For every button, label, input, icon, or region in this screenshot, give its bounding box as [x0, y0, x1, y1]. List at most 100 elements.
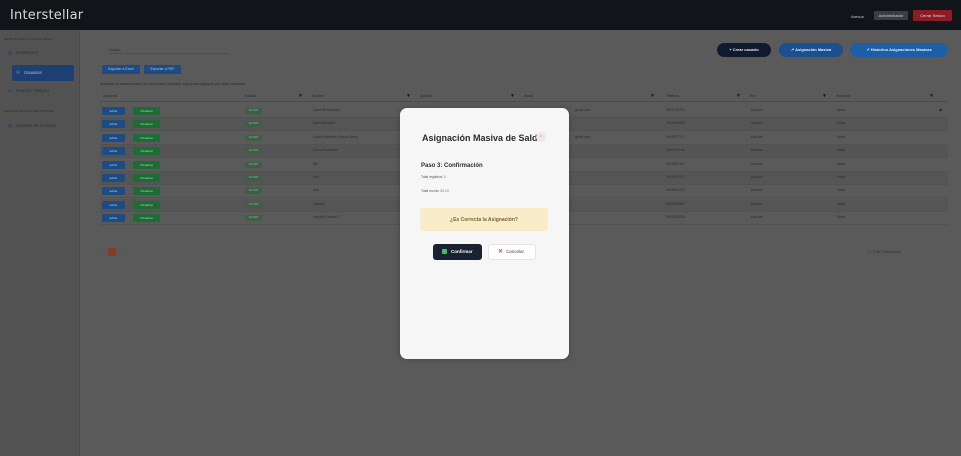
column-header[interactable]: Nombre — [312, 94, 324, 98]
cell-company: Mirza — [837, 201, 846, 206]
cell-role: Usuario — [751, 188, 763, 193]
cell-name: Administracion — [313, 121, 336, 126]
confirm-question: ¿Es Correcta la Asignación? — [450, 217, 518, 223]
view-button[interactable]: Visualizar — [133, 147, 160, 156]
view-button[interactable]: Visualizar — [133, 214, 160, 223]
cell-role: Usuario — [751, 175, 763, 179]
edit-button[interactable]: Editar — [102, 120, 125, 129]
edit-button[interactable]: Editar — [102, 214, 125, 223]
status-badge: ACTIVO — [245, 134, 262, 141]
view-button[interactable]: Visualizar — [133, 174, 160, 182]
logout-button[interactable]: Cerrar Sesion — [913, 10, 952, 21]
view-button[interactable]: Visualizar — [133, 160, 160, 169]
cell-phone: 3009977172 — [666, 134, 685, 139]
mass-assign-button[interactable]: ↗ Asignación Masiva — [779, 43, 843, 57]
filter-icon[interactable]: ▼ — [510, 93, 515, 99]
grid-icon: ▦ — [8, 50, 13, 55]
cell-role: Usuario — [751, 134, 763, 139]
cell-role: Usuario — [751, 121, 763, 126]
filter-icon[interactable]: ▼ — [298, 93, 303, 99]
column-header[interactable]: Email — [524, 94, 533, 98]
breadcrumb-divider — [109, 53, 229, 54]
filter-icon[interactable]: ▼ — [822, 93, 827, 99]
filter-icon[interactable]: ▼ — [736, 93, 741, 99]
column-header[interactable]: Acciones — [103, 94, 117, 98]
column-header[interactable]: Rol — [750, 94, 755, 98]
cell-name: Usuario — [313, 201, 325, 206]
view-button[interactable]: Visualizar — [133, 120, 160, 129]
pagination: ‹ ‹ › › — [102, 248, 121, 256]
view-button[interactable]: Visualizar — [133, 107, 160, 115]
table-header: Acciones Estado ▼ Nombre ▼ Apellido ▼ Em… — [100, 91, 948, 102]
cell-email: gmail.com — [575, 108, 591, 112]
edit-button[interactable]: Editar — [102, 174, 125, 182]
sidebar-item-users[interactable]: ⚇ Usuarios — [12, 65, 74, 81]
cell-phone: 3013342172 — [666, 188, 685, 193]
column-header[interactable]: Teléfono — [666, 94, 679, 98]
column-header[interactable]: Empresa — [836, 94, 850, 98]
cell-name: Usuario Prueba 2 — [313, 215, 340, 220]
scroll-up-icon[interactable]: ▲ — [938, 107, 943, 113]
cell-phone: 3009933324 — [666, 201, 685, 206]
chart-icon: ▥ — [8, 88, 13, 93]
view-button[interactable]: Visualizar — [133, 187, 160, 196]
cell-role: Usuario — [751, 108, 763, 112]
close-icon[interactable]: × — [536, 132, 546, 142]
cell-name: bris — [313, 188, 319, 193]
status-badge: ACTIVO — [245, 188, 262, 195]
status-badge: ACTIVO — [245, 148, 262, 155]
breadcrumb: usuario — [109, 48, 121, 52]
modal-title: Asignación Masiva de Saldo — [422, 133, 544, 143]
create-user-button[interactable]: + Crear usuario — [717, 43, 771, 57]
cell-email: gmail.com — [575, 134, 591, 139]
cell-name: bris — [313, 175, 319, 179]
filter-icon[interactable]: ▼ — [929, 93, 934, 99]
edit-button[interactable]: Editar — [102, 147, 125, 156]
sidebar-section-system: ADMINISTRACION DE SISTEMA — [4, 109, 55, 113]
edit-button[interactable]: Editar — [102, 200, 125, 209]
filter-icon[interactable]: ▼ — [406, 93, 411, 99]
export-excel-button[interactable]: Exportar a Excel — [102, 65, 140, 74]
cell-company: Mirza — [837, 175, 846, 179]
cell-phone: 3013342167 — [666, 161, 685, 166]
grid-icon: ▦ — [8, 123, 13, 128]
sidebar-item-reports[interactable]: ▥ Reporte Tableau — [8, 88, 76, 94]
edit-button[interactable]: Editar — [102, 107, 125, 115]
filter-icon[interactable]: ▼ — [650, 93, 655, 99]
users-icon: ⚇ — [16, 70, 21, 75]
cell-company: Mirza — [837, 121, 846, 126]
edit-button[interactable]: Editar — [102, 187, 125, 196]
view-button[interactable]: Visualizar — [133, 133, 160, 142]
status-badge: ACTIVO — [245, 215, 262, 222]
cell-role: Usuario — [751, 215, 763, 220]
status-badge: ACTIVO — [245, 175, 262, 181]
confirm-button[interactable]: Confirmar — [433, 244, 482, 260]
cell-name: Linda Estefanía García Sierra — [313, 134, 358, 139]
role-badge[interactable]: Administrador — [874, 11, 908, 20]
cancel-button[interactable]: ✕ Cancelar — [488, 244, 536, 260]
export-pdf-button[interactable]: Exportar a PDF — [144, 65, 181, 74]
prev-page-icon[interactable]: ‹ ‹ — [102, 249, 106, 254]
cell-company: Mirza — [837, 161, 846, 166]
cell-phone: 3004567834 — [666, 121, 685, 126]
confirm-panel: ¿Es Correcta la Asignación? — [420, 208, 548, 231]
edit-button[interactable]: Editar — [102, 133, 125, 142]
total-records: Total registros: 1 — [421, 175, 446, 179]
mass-assign-modal: Asignación Masiva de Saldo × Paso 3: Con… — [400, 108, 569, 359]
total-amount-label: Total monto: — [421, 189, 440, 193]
mass-history-button[interactable]: ↗ Historico Asignaciones Masivas — [850, 43, 948, 57]
sidebar-item-dashboard[interactable]: ▦ Dashboard — [8, 50, 76, 56]
next-page-icon[interactable]: › › — [117, 249, 121, 254]
cell-name: Elena Escobedo — [313, 148, 338, 153]
sidebar-section-platform: GESTION DE LA PLATAFORMA — [4, 37, 53, 41]
column-header[interactable]: Estado — [245, 94, 256, 98]
status-badge: ACTIVO — [245, 108, 262, 114]
cell-company: Mirza — [837, 188, 846, 193]
view-button[interactable]: Visualizar — [133, 200, 160, 209]
current-page[interactable] — [107, 248, 116, 256]
column-header[interactable]: Apellido — [420, 94, 432, 98]
edit-button[interactable]: Editar — [102, 160, 125, 169]
sidebar: GESTION DE LA PLATAFORMA ▦ Dashboard ⚇ Usu… — [0, 30, 80, 456]
cell-role: Usuario — [751, 161, 763, 166]
sidebar-item-balance[interactable]: ▦ Balance de Cuentas — [8, 123, 76, 129]
